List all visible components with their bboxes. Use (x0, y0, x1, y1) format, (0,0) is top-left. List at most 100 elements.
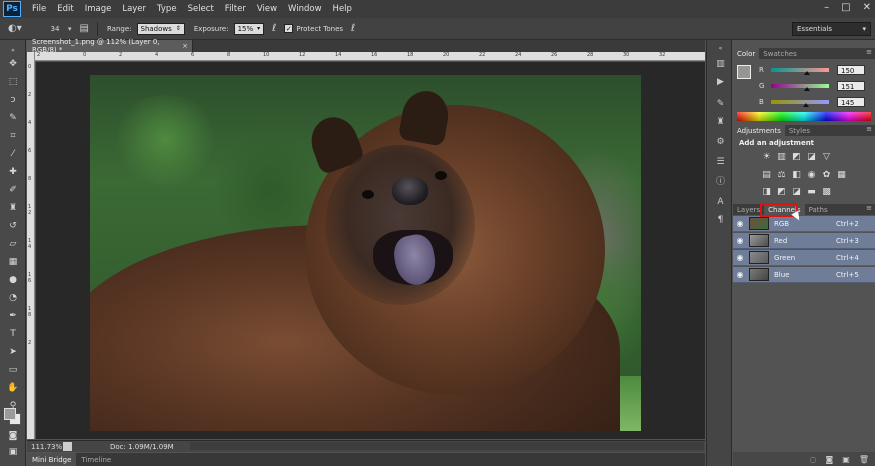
channel-row[interactable]: ◉ Green Ctrl+4 (733, 250, 875, 266)
slider-thumb[interactable] (803, 103, 809, 107)
range-select[interactable]: Shadows ⇕ (136, 22, 185, 35)
channel-mixer-icon[interactable]: ✿ (821, 170, 832, 181)
paragraph-panel-icon[interactable]: ¶ (714, 214, 727, 226)
lasso-tool-icon[interactable]: ↄ (5, 94, 21, 107)
move-tool-icon[interactable]: ✥ (5, 58, 21, 71)
sponge-tool-icon[interactable]: ◐▾ (8, 22, 30, 36)
visibility-eye-icon[interactable]: ◉ (733, 253, 747, 262)
channel-row[interactable]: ◉ Red Ctrl+3 (733, 233, 875, 249)
horizontal-scrollbar[interactable] (190, 442, 704, 450)
close-icon[interactable]: × (182, 42, 188, 50)
menu-image[interactable]: Image (85, 4, 112, 14)
gradient-tool-icon[interactable]: ▦ (5, 256, 21, 269)
tab-color[interactable]: Color (733, 48, 760, 59)
panel-menu-icon[interactable]: ≡ (866, 125, 872, 136)
hand-tool-icon[interactable]: ✋ (5, 382, 21, 395)
maximize-button[interactable]: □ (841, 2, 850, 13)
quick-mask-icon[interactable]: ◙ (5, 430, 21, 443)
menu-help[interactable]: Help (333, 4, 352, 14)
toolbox-collapse-icon[interactable]: » (5, 44, 21, 57)
close-window-button[interactable]: ✕ (863, 2, 871, 13)
delete-channel-icon[interactable]: 🗑 (859, 455, 869, 464)
dock-collapse-icon[interactable]: « (714, 43, 727, 55)
protect-tones-checkbox[interactable]: ✓ (284, 24, 294, 33)
exposure-icon[interactable]: ◪ (806, 152, 817, 163)
character-panel-icon[interactable]: A (714, 196, 727, 208)
marquee-tool-icon[interactable]: ⬚ (5, 76, 21, 89)
share-icon[interactable] (63, 442, 72, 451)
path-select-tool-icon[interactable]: ➤ (5, 346, 21, 359)
minimize-button[interactable]: – (824, 2, 829, 13)
selective-color-icon[interactable]: ▩ (821, 187, 832, 198)
workspace-switcher[interactable]: Essentials ▾ (792, 22, 871, 36)
color-spectrum-bar[interactable] (737, 112, 871, 121)
green-value-input[interactable]: 151 (837, 81, 865, 91)
clone-source-panel-icon[interactable]: ♜ (714, 116, 727, 128)
history-brush-tool-icon[interactable]: ↺ (5, 220, 21, 233)
slider-thumb[interactable] (804, 71, 810, 75)
posterize-icon[interactable]: ◩ (776, 187, 787, 198)
blur-tool-icon[interactable]: ● (5, 274, 21, 287)
healing-brush-tool-icon[interactable]: ✚ (5, 166, 21, 179)
brush-panel-icon[interactable]: ▤ (80, 23, 89, 34)
shape-tool-icon[interactable]: ▭ (5, 364, 21, 377)
tool-presets-icon[interactable]: ⚙ (714, 136, 727, 148)
brush-picker-arrow-icon[interactable]: ▾ (68, 25, 72, 33)
screen-mode-icon[interactable]: ▣ (5, 446, 21, 459)
tab-swatches[interactable]: Swatches (759, 48, 800, 59)
pressure-icon[interactable]: ℓ (351, 23, 355, 34)
new-channel-icon[interactable]: ▣ (842, 455, 850, 464)
brush-tool-icon[interactable]: ✐ (5, 184, 21, 197)
exposure-input[interactable]: 15% ▾ (233, 22, 265, 35)
menu-filter[interactable]: Filter (225, 4, 246, 14)
color-balance-icon[interactable]: ⚖ (776, 170, 787, 181)
tab-styles[interactable]: Styles (785, 125, 814, 136)
red-value-input[interactable]: 150 (837, 65, 865, 75)
channel-row[interactable]: ◉ Blue Ctrl+5 (733, 267, 875, 283)
eraser-tool-icon[interactable]: ▱ (5, 238, 21, 251)
slider-thumb[interactable] (804, 87, 810, 91)
document-info[interactable]: Doc: 1.09M/1.09M (110, 443, 174, 451)
menu-view[interactable]: View (257, 4, 277, 14)
history-panel-icon[interactable]: ▥ (714, 58, 727, 70)
type-tool-icon[interactable]: T (5, 328, 21, 341)
crop-tool-icon[interactable]: ⌗ (5, 130, 21, 143)
document-tab[interactable]: Screenshot_1.png @ 112% (Layer 0, RGB/8)… (27, 38, 193, 54)
panel-menu-icon[interactable]: ≡ (866, 48, 872, 59)
color-foreground-swatch[interactable] (737, 65, 751, 79)
eyedropper-tool-icon[interactable]: ⁄ (5, 148, 21, 161)
tab-adjustments[interactable]: Adjustments (733, 125, 785, 136)
info-panel-icon[interactable]: ⓘ (714, 176, 727, 188)
visibility-eye-icon[interactable]: ◉ (733, 219, 747, 228)
ruler-vertical[interactable]: 0 2 4 6 8 1 2 1 4 1 6 1 8 2 (27, 52, 35, 439)
invert-icon[interactable]: ◨ (761, 187, 772, 198)
levels-icon[interactable]: ▥ (776, 152, 787, 163)
clone-stamp-tool-icon[interactable]: ♜ (5, 202, 21, 215)
black-white-icon[interactable]: ◧ (791, 170, 802, 181)
blue-slider[interactable] (771, 100, 829, 107)
save-selection-icon[interactable]: ◙ (826, 455, 834, 464)
tab-mini-bridge[interactable]: Mini Bridge (27, 453, 77, 466)
menu-file[interactable]: File (32, 4, 46, 14)
menu-edit[interactable]: Edit (57, 4, 73, 14)
brightness-contrast-icon[interactable]: ☀ (761, 152, 772, 163)
dodge-tool-icon[interactable]: ◔ (5, 292, 21, 305)
actions-panel-icon[interactable]: ▶ (714, 76, 727, 88)
channel-row[interactable]: ◉ RGB Ctrl+2 (733, 216, 875, 232)
load-selection-icon[interactable]: ◌ (810, 455, 817, 464)
ruler-horizontal[interactable]: 2 0 2 4 6 8 10 12 14 16 18 20 22 24 26 2… (35, 52, 705, 61)
menu-layer[interactable]: Layer (122, 4, 146, 14)
foreground-color-swatch[interactable] (4, 408, 16, 420)
red-slider[interactable] (771, 68, 829, 75)
panel-menu-icon[interactable]: ≡ (866, 204, 872, 215)
hue-saturation-icon[interactable]: ▤ (761, 170, 772, 181)
threshold-icon[interactable]: ◪ (791, 187, 802, 198)
brush-size-picker[interactable]: 34 (44, 25, 66, 33)
blue-value-input[interactable]: 145 (837, 97, 865, 107)
visibility-eye-icon[interactable]: ◉ (733, 270, 747, 279)
photo-filter-icon[interactable]: ◉ (806, 170, 817, 181)
quick-select-tool-icon[interactable]: ✎ (5, 112, 21, 125)
tab-paths[interactable]: Paths (805, 204, 832, 215)
brush-panel-icon[interactable]: ✎ (714, 98, 727, 110)
color-lookup-icon[interactable]: ▦ (836, 170, 847, 181)
